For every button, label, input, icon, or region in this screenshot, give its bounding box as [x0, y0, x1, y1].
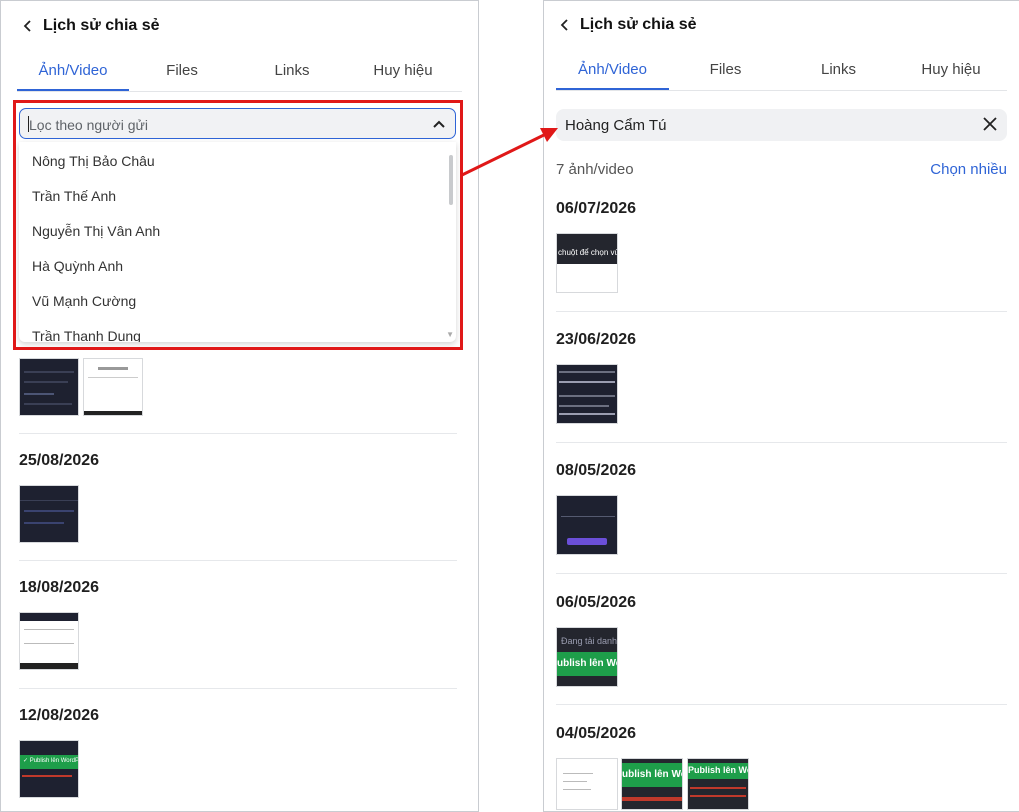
- select-multiple-button[interactable]: Chọn nhiều: [930, 161, 1007, 178]
- media-thumbnail[interactable]: chuột để chọn vù: [556, 233, 618, 293]
- selected-sender-name: Hoàng Cẩm Tú: [565, 117, 667, 134]
- section-divider: [556, 442, 1007, 443]
- section-date: 06/05/2026: [556, 594, 637, 611]
- media-thumbnail[interactable]: Publish lên WordP: [687, 758, 749, 810]
- media-thumbnail[interactable]: ✓ Publish lên WordPress: [19, 740, 79, 798]
- media-thumbnail[interactable]: [19, 358, 79, 416]
- section-date: 12/08/2026: [19, 707, 100, 724]
- header: Lịch sử chia sẻ: [19, 15, 160, 37]
- section-date: 06/07/2026: [556, 200, 637, 217]
- tab-links[interactable]: Links: [782, 58, 895, 88]
- media-count: 7 ảnh/video: [556, 161, 634, 178]
- selected-sender-chip[interactable]: Hoàng Cẩm Tú: [556, 109, 1007, 141]
- media-thumbnail[interactable]: Đang tải danh m ublish lên WordP: [556, 627, 618, 687]
- tab-badges[interactable]: Huy hiệu: [347, 59, 459, 89]
- section-divider: [19, 560, 457, 561]
- back-chevron-icon[interactable]: [19, 15, 37, 37]
- page-title: Lịch sử chia sẻ: [43, 17, 160, 34]
- media-thumbnail[interactable]: [83, 358, 143, 416]
- tab-photo-video[interactable]: Ảnh/Video: [556, 58, 669, 90]
- media-thumbnail[interactable]: [556, 758, 618, 810]
- tab-files[interactable]: Files: [669, 58, 782, 88]
- close-icon[interactable]: [982, 116, 998, 137]
- section-date: 23/06/2026: [556, 331, 637, 348]
- section-date: 25/08/2026: [19, 452, 100, 469]
- media-thumbnail[interactable]: [19, 485, 79, 543]
- section-divider: [19, 688, 457, 689]
- section-divider: [19, 433, 457, 434]
- tab-photo-video[interactable]: Ảnh/Video: [17, 59, 129, 91]
- section-divider: [556, 704, 1007, 705]
- page-title: Lịch sử chia sẻ: [580, 16, 697, 33]
- section-date: 18/08/2026: [19, 579, 100, 596]
- media-thumbnail[interactable]: [19, 612, 79, 670]
- section-date: 08/05/2026: [556, 462, 637, 479]
- tab-bar: Ảnh/Video Files Links Huy hiệu: [556, 58, 1007, 91]
- highlight-box: [13, 100, 463, 350]
- section-divider: [556, 573, 1007, 574]
- tab-badges[interactable]: Huy hiệu: [895, 58, 1007, 88]
- left-panel: Lịch sử chia sẻ Ảnh/Video Files Links Hu…: [0, 0, 479, 812]
- section-divider: [556, 311, 1007, 312]
- media-thumbnail[interactable]: ublish lên WordP: [621, 758, 683, 810]
- section-date: 04/05/2026: [556, 725, 637, 742]
- back-chevron-icon[interactable]: [556, 14, 574, 36]
- media-thumbnail[interactable]: [556, 495, 618, 555]
- tab-links[interactable]: Links: [237, 59, 347, 89]
- tab-files[interactable]: Files: [127, 59, 237, 89]
- right-panel: Lịch sử chia sẻ Ảnh/Video Files Links Hu…: [543, 0, 1019, 812]
- tab-bar: Ảnh/Video Files Links Huy hiệu: [17, 59, 462, 92]
- media-thumbnail[interactable]: [556, 364, 618, 424]
- header: Lịch sử chia sẻ: [556, 14, 697, 36]
